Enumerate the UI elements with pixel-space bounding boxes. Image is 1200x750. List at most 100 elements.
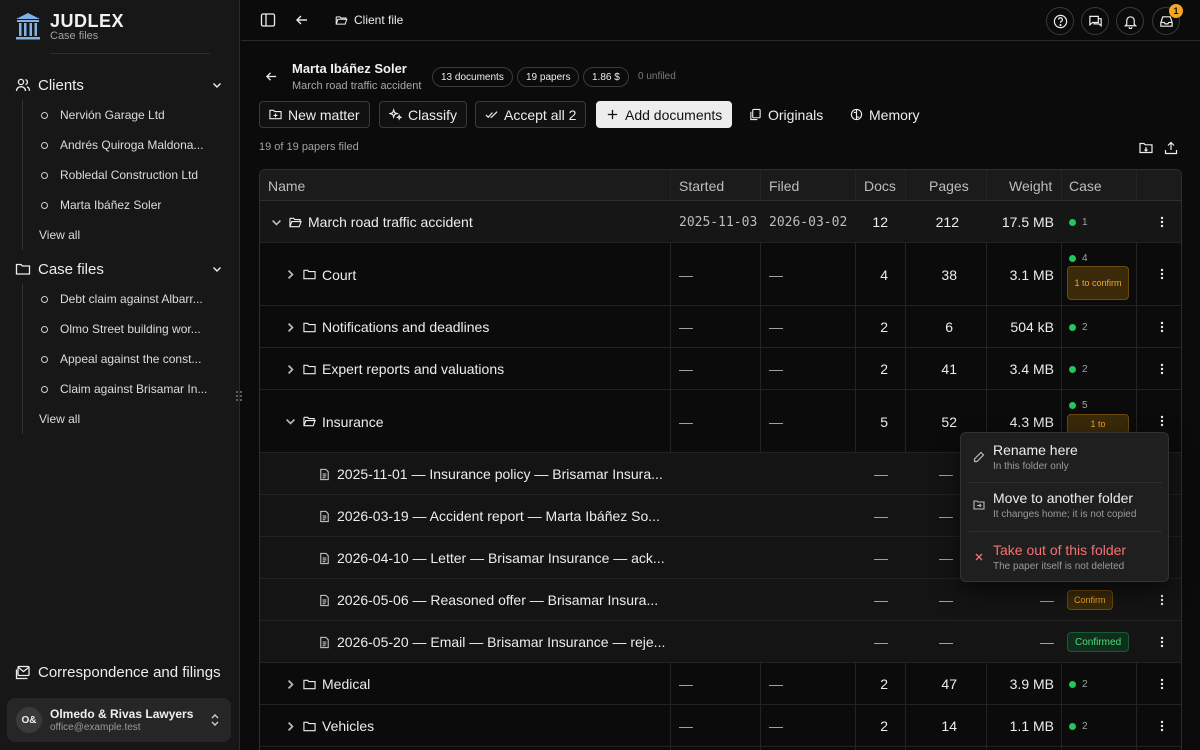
more-options-icon[interactable] — [1160, 216, 1164, 228]
sidebar-client-item[interactable]: Andrés Quiroga Maldona... — [23, 130, 240, 160]
case-files-header[interactable]: Case files — [0, 255, 240, 283]
confirm-button[interactable]: Confirm — [1067, 590, 1113, 610]
chevron-right-icon[interactable] — [284, 321, 297, 334]
table-row[interactable]: 2026-05-06 — Reasoned offer — Brisamar I… — [260, 579, 1181, 621]
accept-all-button[interactable]: Accept all 2 — [475, 101, 587, 128]
to-confirm-badge[interactable]: 1 to — [1067, 414, 1129, 434]
inbox-button[interactable]: 1 — [1152, 4, 1183, 35]
back-arrow-icon[interactable] — [265, 70, 278, 83]
row-docs: 4 — [880, 266, 888, 283]
originals-button[interactable]: Originals — [740, 101, 832, 128]
folder-import-icon[interactable] — [1139, 141, 1153, 155]
messages-button[interactable] — [1081, 7, 1109, 35]
more-options-icon[interactable] — [1160, 268, 1164, 280]
chevron-right-icon[interactable] — [284, 678, 297, 691]
case-label: Olmo Street building wor... — [60, 322, 201, 336]
table-row[interactable]: Notifications and deadlines — — 2 6 504 … — [260, 306, 1181, 348]
correspondence-link[interactable]: Correspondence and filings — [15, 664, 221, 681]
bullet-icon — [41, 325, 48, 333]
to-confirm-badge[interactable]: 1 to confirm — [1067, 266, 1129, 300]
status-dot — [1069, 680, 1076, 688]
row-started: — — [679, 718, 693, 734]
chevron-down-icon[interactable] — [211, 263, 223, 275]
case-count: 2 — [1082, 321, 1088, 333]
brand-subtitle: Case files — [50, 29, 99, 42]
table-row[interactable]: March road traffic accident 2025-11-03 2… — [260, 201, 1181, 243]
row-docs: 2 — [880, 676, 888, 692]
table-row[interactable]: Medical — — 2 47 3.9 MB 2 — [260, 663, 1181, 705]
more-options-icon[interactable] — [1160, 720, 1164, 732]
brand-name: JUDLEX — [50, 10, 125, 31]
table-row[interactable]: 2026-05-20 — Email — Brisamar Insurance … — [260, 621, 1181, 663]
case-files-view-all-link[interactable]: View all — [23, 404, 240, 434]
memory-button[interactable]: Memory — [841, 101, 929, 128]
chevron-down-icon[interactable] — [270, 216, 283, 229]
more-options-icon[interactable] — [1160, 363, 1164, 375]
row-pages: 38 — [941, 266, 957, 283]
more-options-icon[interactable] — [1160, 636, 1164, 648]
plus-icon — [607, 109, 618, 120]
folder-plus-icon — [269, 109, 282, 120]
case-files-label: Case files — [38, 260, 104, 278]
chevron-right-icon[interactable] — [284, 363, 297, 376]
brand[interactable]: JUDLEX Case files — [14, 11, 124, 43]
notifications-button[interactable] — [1116, 7, 1144, 35]
sidebar-case-item[interactable]: Claim against Brisamar In... — [23, 374, 240, 404]
sidebar-client-item[interactable]: Nervión Garage Ltd — [23, 100, 240, 130]
table-row[interactable]: Expert reports and valuations — — 2 41 3… — [260, 348, 1181, 390]
clients-header[interactable]: Clients — [0, 71, 240, 99]
row-weight: 504 kB — [1010, 319, 1054, 335]
bullet-icon — [41, 385, 48, 393]
table-row[interactable]: Vehicles — — 2 14 1.1 MB 2 — [260, 705, 1181, 747]
more-options-icon[interactable] — [1160, 678, 1164, 690]
chevron-down-icon[interactable] — [211, 79, 223, 91]
new-matter-button[interactable]: New matter — [259, 101, 370, 128]
chevron-right-icon[interactable] — [284, 720, 297, 733]
sidebar-case-item[interactable]: Olmo Street building wor... — [23, 314, 240, 344]
move-menu-item[interactable]: Move to another folder It changes home; … — [961, 485, 1170, 527]
classify-label: Classify — [408, 106, 458, 123]
document-icon — [320, 594, 329, 606]
help-button[interactable] — [1046, 7, 1074, 35]
sidebar-case-item[interactable]: Debt claim against Albarr... — [23, 284, 240, 314]
more-options-icon[interactable] — [1160, 594, 1164, 606]
take-out-menu-item[interactable]: Take out of this folder The paper itself… — [961, 537, 1170, 579]
row-docs: — — [874, 550, 888, 566]
document-icon — [320, 468, 329, 480]
column-docs[interactable]: Docs — [864, 170, 896, 201]
row-weight: — — [1040, 592, 1054, 608]
column-started[interactable]: Started — [679, 170, 724, 201]
sidebar-client-item[interactable]: Marta Ibáñez Soler — [23, 190, 240, 220]
sidebar-toggle-icon[interactable] — [260, 12, 276, 28]
clients-view-all-link[interactable]: View all — [23, 220, 240, 250]
column-weight[interactable]: Weight — [1009, 170, 1052, 201]
sidebar-resize-handle[interactable] — [235, 390, 243, 402]
papers-count-pill: 19 papers — [517, 67, 580, 87]
client-label: Nervión Garage Ltd — [60, 108, 165, 122]
column-case[interactable]: Case — [1069, 170, 1102, 201]
more-options-icon[interactable] — [1160, 415, 1164, 427]
more-options-icon[interactable] — [1160, 321, 1164, 333]
row-docs: — — [874, 466, 888, 482]
back-arrow-icon[interactable] — [294, 12, 310, 28]
column-pages[interactable]: Pages — [929, 170, 969, 201]
column-filed[interactable]: Filed — [769, 170, 799, 201]
row-started: — — [679, 361, 693, 377]
chevron-down-icon[interactable] — [284, 415, 297, 428]
account-switcher[interactable]: O& Olmedo & Rivas Lawyers office@example… — [7, 698, 231, 742]
column-name[interactable]: Name — [268, 170, 305, 201]
sidebar-client-item[interactable]: Robledal Construction Ltd — [23, 160, 240, 190]
row-name: Notifications and deadlines — [322, 319, 490, 335]
case-count: 4 — [1082, 252, 1088, 264]
table-row[interactable]: Court — — 4 38 3.1 MB 4 1 to confirm — [260, 243, 1181, 306]
double-check-icon — [485, 111, 498, 119]
rename-menu-item[interactable]: Rename here In this folder only — [961, 437, 1170, 479]
upload-icon[interactable] — [1164, 141, 1178, 155]
chevron-right-icon[interactable] — [284, 268, 297, 281]
classify-button[interactable]: Classify — [379, 101, 468, 128]
move-title: Move to another folder — [993, 490, 1134, 506]
row-name: Insurance — [322, 413, 384, 430]
sidebar-case-item[interactable]: Appeal against the const... — [23, 344, 240, 374]
add-documents-button[interactable]: Add documents — [596, 101, 733, 128]
breadcrumb[interactable]: Client file — [335, 13, 403, 27]
